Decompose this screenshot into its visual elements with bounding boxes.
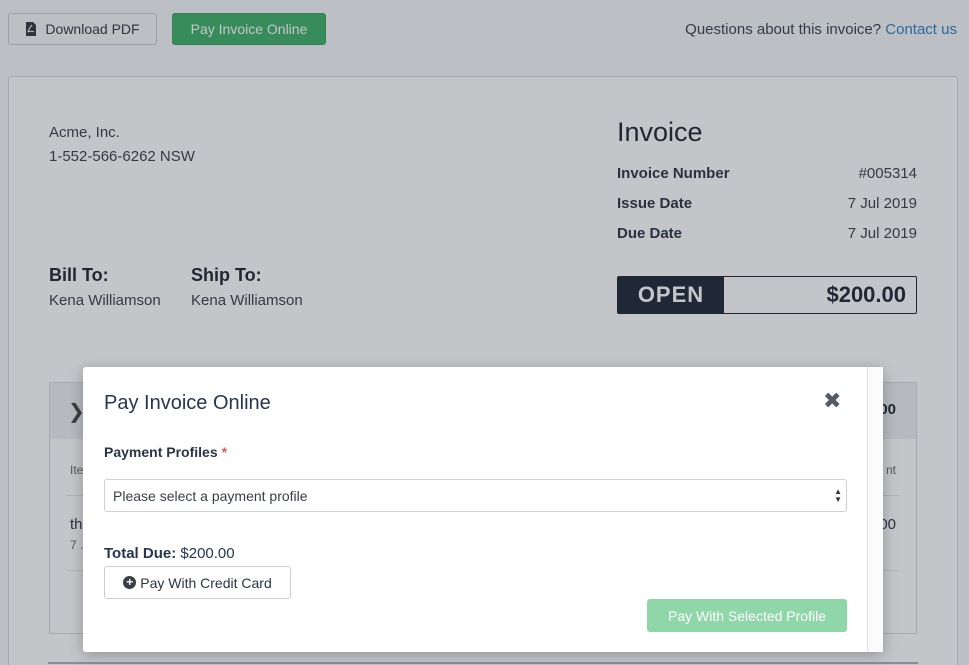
select-arrows-icon: ▲ ▼ (834, 487, 842, 504)
pay-with-credit-card-label: Pay With Credit Card (140, 574, 272, 591)
required-mark: * (221, 444, 228, 460)
payment-profile-select[interactable]: Please select a payment profile ▲ ▼ (104, 479, 847, 512)
total-due: Total Due: $200.00 (104, 545, 235, 562)
payment-profiles-text: Payment Profiles (104, 444, 218, 460)
modal-title: Pay Invoice Online (104, 392, 271, 414)
plus-circle-icon: + (123, 576, 137, 589)
pay-with-selected-profile-button[interactable]: Pay With Selected Profile (647, 599, 847, 632)
pay-with-credit-card-button[interactable]: + Pay With Credit Card (104, 566, 291, 599)
total-due-label: Total Due: (104, 545, 177, 562)
close-icon[interactable]: ✖ (823, 389, 841, 413)
pay-with-selected-profile-label: Pay With Selected Profile (668, 607, 826, 624)
payment-profiles-label: Payment Profiles * (104, 444, 227, 460)
pay-invoice-modal: Pay Invoice Online ✖ Payment Profiles * P… (83, 367, 883, 652)
modal-scrollbar[interactable] (867, 367, 883, 652)
total-due-value: $200.00 (180, 545, 235, 562)
payment-profile-placeholder: Please select a payment profile (113, 487, 308, 504)
